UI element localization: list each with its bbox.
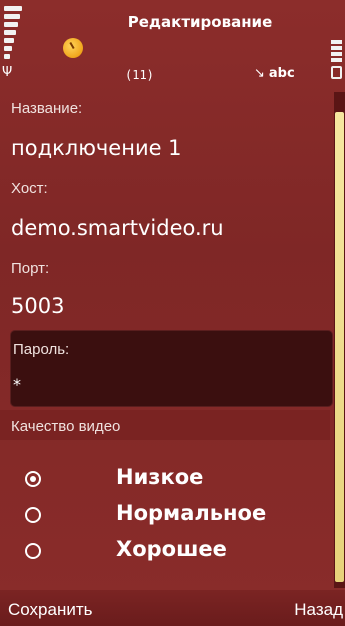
port-label: Порт: — [11, 260, 50, 277]
softkey-bar: Сохранить Назад — [0, 590, 345, 626]
radio-option-good[interactable]: Хорошее — [25, 537, 325, 567]
pen-icon: ↘ — [254, 66, 265, 81]
scroll-thumb[interactable] — [335, 112, 344, 582]
password-value: * — [13, 375, 21, 394]
radio-option-low[interactable]: Низкое — [25, 465, 325, 495]
port-field[interactable]: 5003 — [11, 294, 64, 318]
radio-label: Хорошее — [116, 537, 227, 561]
radio-label: Низкое — [116, 465, 204, 489]
char-counter: (11) — [125, 68, 154, 82]
video-quality-header: Качество видео — [0, 410, 330, 440]
radio-button[interactable] — [25, 543, 41, 559]
host-field[interactable]: demo.smartvideo.ru — [11, 216, 224, 240]
save-softkey[interactable]: Сохранить — [8, 600, 92, 620]
back-softkey[interactable]: Назад — [294, 600, 343, 620]
radio-label: Нормальное — [116, 501, 267, 525]
host-label: Хост: — [11, 180, 48, 197]
name-label: Название: — [11, 100, 83, 117]
input-mode-indicator: ↘ abc — [254, 66, 295, 81]
page-title: Редактирование — [127, 13, 273, 31]
status-bar: Ψ Редактирование (11) ↘ abc — [0, 0, 345, 92]
battery-icon — [331, 40, 342, 80]
name-field[interactable]: подключение 1 — [11, 136, 182, 160]
password-field[interactable]: Пароль: * — [10, 330, 333, 407]
app-indicator-icon — [63, 38, 83, 58]
video-quality-label: Качество видео — [11, 418, 121, 435]
antenna-icon: Ψ — [2, 65, 13, 80]
password-label: Пароль: — [13, 341, 70, 358]
radio-button-checked[interactable] — [25, 471, 41, 487]
input-mode-label: abc — [268, 66, 295, 81]
radio-option-normal[interactable]: Нормальное — [25, 501, 325, 531]
screen: Ψ Редактирование (11) ↘ abc Название: под… — [0, 0, 345, 626]
radio-button[interactable] — [25, 507, 41, 523]
scrollbar[interactable] — [334, 92, 345, 588]
